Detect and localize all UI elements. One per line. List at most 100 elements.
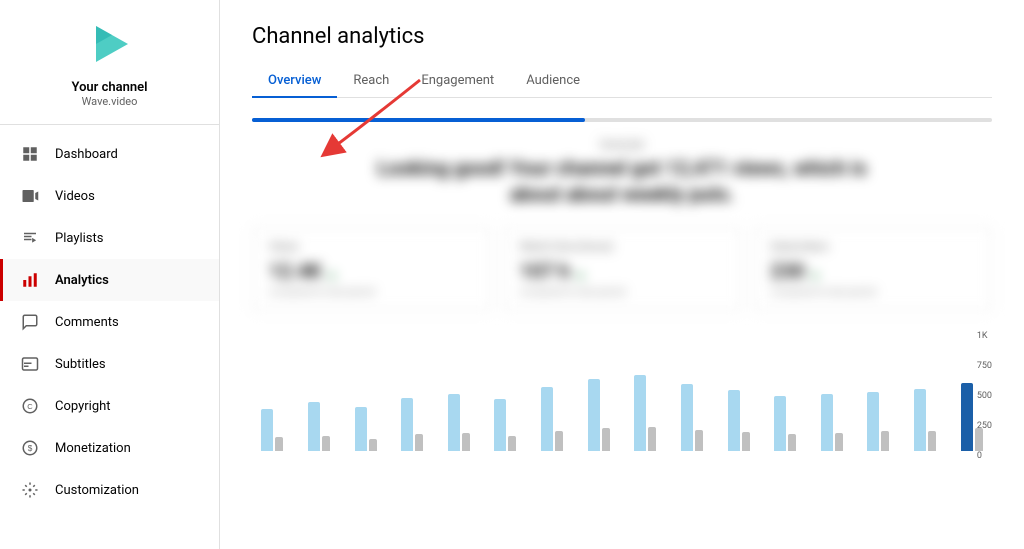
bar-blue: [401, 398, 413, 451]
video-icon: [19, 185, 41, 207]
stat-value: 12.4K ▲: [269, 259, 474, 283]
channel-name: Your channel: [71, 80, 147, 95]
bar-gray: [602, 428, 610, 451]
bar-group: [252, 409, 293, 451]
tab-audience[interactable]: Audience: [510, 65, 596, 98]
sidebar-item-label: Customization: [55, 483, 139, 498]
bar-blue: [355, 407, 367, 451]
sidebar-item-comments[interactable]: Comments: [0, 301, 219, 343]
y-label: 0: [977, 451, 992, 461]
bar-blue: [728, 390, 740, 451]
monetization-icon: $: [19, 437, 41, 459]
stat-label: Views: [269, 240, 474, 253]
bar-group: [532, 387, 573, 451]
bar-gray: [322, 436, 330, 451]
bar-gray: [835, 433, 843, 451]
bar-blue: [261, 409, 273, 451]
bar-blue: [961, 383, 973, 451]
sidebar-item-label: Subtitles: [55, 357, 106, 372]
dashboard-icon: [19, 143, 41, 165]
bar-blue: [821, 394, 833, 451]
sidebar-item-label: Dashboard: [55, 147, 118, 162]
y-label: 750: [977, 361, 992, 371]
bar-gray: [928, 431, 936, 451]
nav-list-container: Dashboard Videos Playlists: [0, 125, 219, 549]
bar-group: [905, 389, 946, 451]
stat-card-views: Views 12.4K ▲ compared to last period: [252, 227, 491, 311]
page-title: Channel analytics: [252, 24, 992, 49]
bar-blue: [914, 389, 926, 451]
channel-info: Your channel Wave.video: [0, 16, 219, 125]
sidebar-item-playlists[interactable]: Playlists: [0, 217, 219, 259]
progress-bar-fill: [252, 118, 585, 122]
progress-bar-container: [252, 118, 992, 122]
sidebar-item-label: Videos: [55, 189, 95, 204]
bar-blue: [681, 384, 693, 451]
sidebar-item-dashboard[interactable]: Dashboard: [0, 133, 219, 175]
nav-list: Dashboard Videos Playlists: [0, 125, 219, 519]
sidebar-item-label: Monetization: [55, 441, 131, 456]
stat-card-watchtime: Watch time (hours) 107 h ▲ compared to l…: [503, 227, 742, 311]
stat-card-subscribers: Subscribers 230 ▲ compared to last perio…: [753, 227, 992, 311]
bar-gray: [369, 439, 377, 451]
bar-gray: [415, 434, 423, 451]
bar-group: [345, 407, 386, 451]
tab-nav: Overview Reach Engagement Audience: [252, 65, 992, 98]
sidebar-item-analytics[interactable]: Analytics: [0, 259, 219, 301]
bar-group: [812, 394, 853, 451]
bar-gray: [648, 427, 656, 451]
bar-group: [392, 398, 433, 451]
sidebar-item-label: Copyright: [55, 399, 111, 414]
bar-blue: [588, 379, 600, 451]
stat-label: Watch time (hours): [520, 240, 725, 253]
bar-group: [765, 396, 806, 451]
chart-section: 1K 750 500 250 0: [252, 331, 992, 481]
y-label: 500: [977, 391, 992, 401]
channel-logo: [82, 16, 138, 72]
customization-icon: [19, 479, 41, 501]
sidebar-item-customization[interactable]: Customization: [0, 469, 219, 511]
stat-footer: compared to last period: [520, 287, 725, 298]
channel-handle: Wave.video: [82, 95, 138, 108]
sidebar-item-copyright[interactable]: C Copyright: [0, 385, 219, 427]
stats-row: Views 12.4K ▲ compared to last period Wa…: [252, 227, 992, 311]
bar-blue: [308, 402, 320, 451]
svg-text:$: $: [28, 444, 33, 453]
bar-group: [718, 390, 759, 451]
tab-overview[interactable]: Overview: [252, 65, 337, 98]
bar-gray: [742, 432, 750, 451]
svg-text:C: C: [27, 402, 33, 411]
stat-label: Subscribers: [770, 240, 975, 253]
sidebar-item-label: Analytics: [55, 273, 109, 288]
main-content: Channel analytics Overview Reach Engagem…: [220, 0, 1024, 549]
playlists-icon: [19, 227, 41, 249]
analytics-icon: [19, 269, 41, 291]
stat-footer: compared to last period: [770, 287, 975, 298]
tab-engagement[interactable]: Engagement: [405, 65, 510, 98]
bar-blue: [867, 392, 879, 451]
bar-blue: [634, 375, 646, 451]
bar-gray: [462, 433, 470, 451]
copyright-icon: C: [19, 395, 41, 417]
chart-container: [252, 331, 992, 471]
comments-icon: [19, 311, 41, 333]
bar-gray: [555, 431, 563, 451]
sidebar-item-videos[interactable]: Videos: [0, 175, 219, 217]
bar-blue: [448, 394, 460, 451]
bar-blue: [494, 399, 506, 451]
sidebar-item-monetization[interactable]: $ Monetization: [0, 427, 219, 469]
bar-group: [485, 399, 526, 451]
bar-group: [439, 394, 480, 451]
sidebar: Your channel Wave.video Dashboard Videos: [0, 0, 220, 549]
bar-group: [858, 392, 899, 451]
sidebar-item-label: Playlists: [55, 231, 103, 246]
sidebar-item-label: Comments: [55, 315, 119, 330]
bar-gray: [695, 430, 703, 451]
bar-gray: [275, 437, 283, 451]
blurred-subtitle: Good job: [252, 138, 992, 151]
blurred-banner: Good job Looking good! Your channel got …: [252, 138, 992, 207]
tab-reach[interactable]: Reach: [337, 65, 405, 98]
bar-gray: [881, 431, 889, 451]
sidebar-item-subtitles[interactable]: Subtitles: [0, 343, 219, 385]
stat-footer: compared to last period: [269, 287, 474, 298]
